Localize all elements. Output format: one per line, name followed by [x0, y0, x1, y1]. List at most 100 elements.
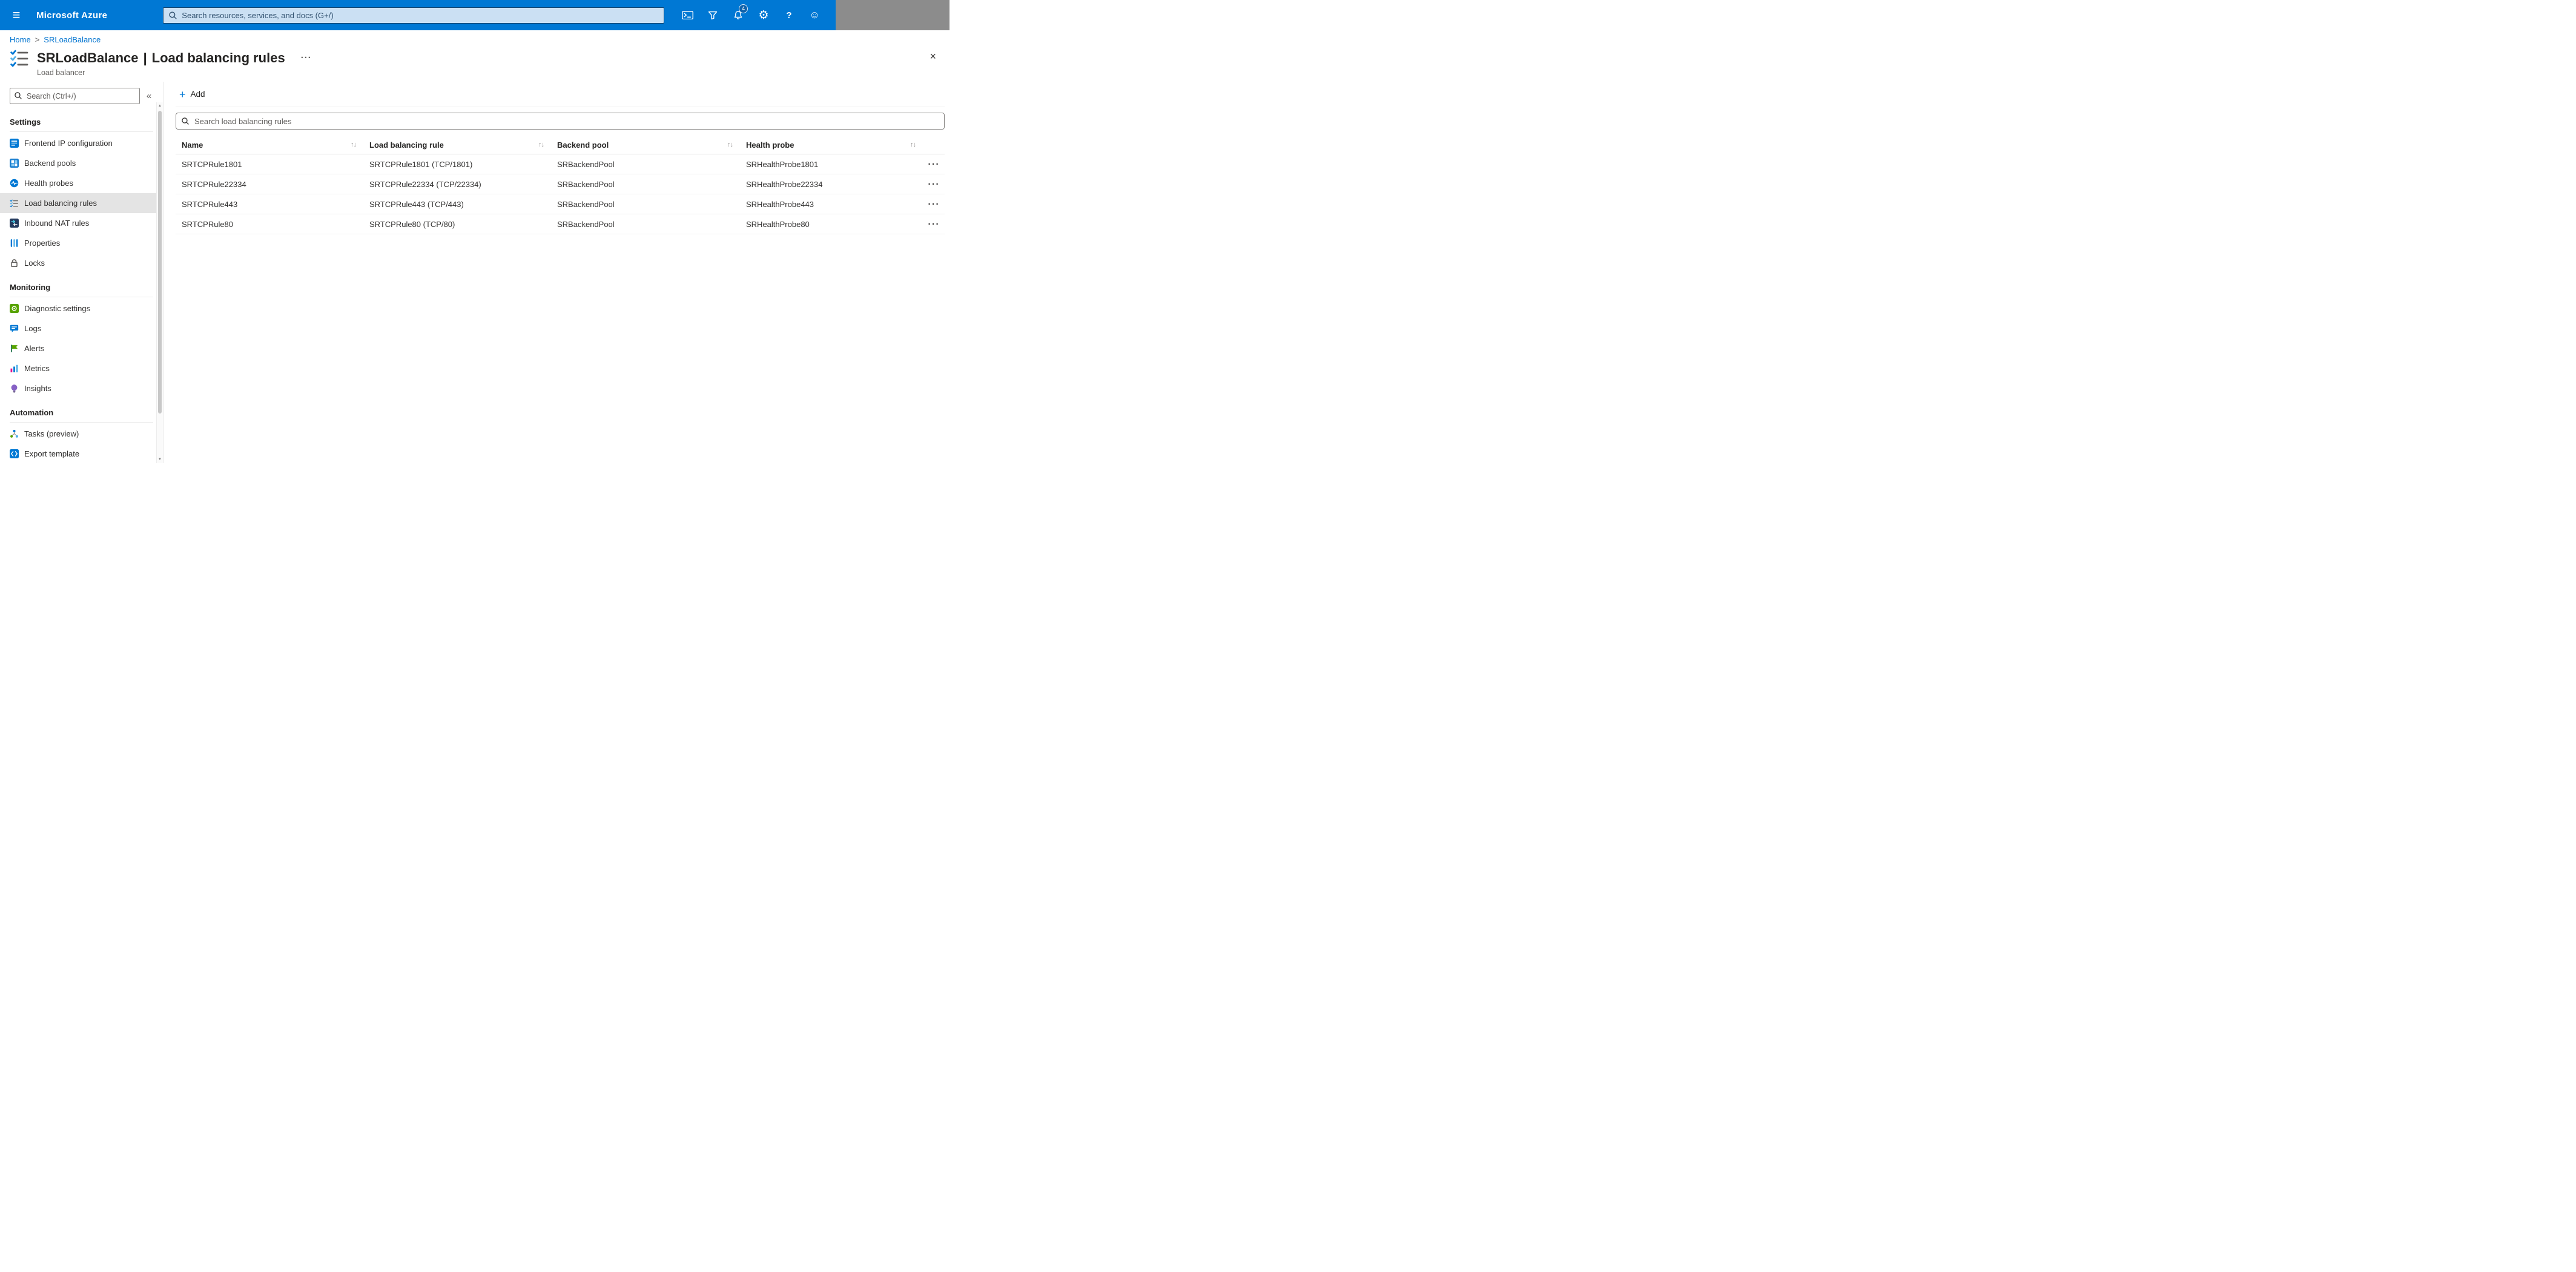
rule-name: SRTCPRule443 [182, 199, 238, 209]
main-content: + Add Name ↑↓ Load balancing rule ↑↓ Bac… [163, 82, 949, 463]
frontend-ip-configuration-icon [10, 139, 19, 148]
notification-badge: 4 [739, 4, 748, 13]
collapse-menu-icon[interactable]: « [142, 91, 156, 101]
notifications-button[interactable]: 4 [725, 0, 751, 30]
sidebar-item-inbound-nat-rules[interactable]: Inbound NAT rules [0, 213, 163, 233]
table-row[interactable]: SRTCPRule1801 SRTCPRule1801 (TCP/1801) S… [176, 154, 945, 174]
column-header-backend-pool[interactable]: Backend pool ↑↓ [557, 140, 746, 150]
lock-icon [10, 259, 19, 268]
column-header-health-probe[interactable]: Health probe ↑↓ [746, 140, 916, 150]
export-template-icon [10, 449, 19, 458]
rule-health-probe: SRHealthProbe80 [746, 219, 810, 229]
column-header-name[interactable]: Name ↑↓ [182, 140, 369, 150]
plus-icon: + [179, 88, 186, 101]
close-icon[interactable]: × [930, 50, 936, 63]
sidebar-item-alerts[interactable]: Alerts [0, 338, 163, 358]
sidebar-scrollbar[interactable]: ▲ ▼ [156, 102, 163, 463]
sidebar-item-locks[interactable]: Locks [0, 253, 163, 273]
rule-name: SRTCPRule1801 [182, 159, 242, 169]
rule-detail: SRTCPRule443 (TCP/443) [369, 199, 464, 209]
sidebar-item-metrics[interactable]: Metrics [0, 358, 163, 378]
rules-search-input[interactable] [176, 113, 944, 129]
health-probes-icon [10, 179, 19, 188]
topbar-actions: 4 ⚙ ? ☺ [675, 0, 827, 30]
rule-backend-pool: SRBackendPool [557, 159, 615, 169]
sidebar-section-monitoring: Monitoring [10, 281, 153, 297]
rule-name: SRTCPRule22334 [182, 179, 246, 189]
directory-filter-button[interactable] [700, 0, 725, 30]
rule-detail: SRTCPRule80 (TCP/80) [369, 219, 455, 229]
add-button[interactable]: + Add [176, 87, 209, 102]
load-balancing-rules-icon [10, 199, 19, 208]
menu-icon[interactable]: ≡ [0, 0, 33, 30]
sidebar-item-diagnostic-settings[interactable]: Diagnostic settings [0, 298, 163, 318]
page-header: SRLoadBalance | Load balancing rules ···… [0, 45, 949, 82]
menu-search-input[interactable] [10, 88, 140, 104]
breadcrumb-current-link[interactable]: SRLoadBalance [44, 35, 101, 44]
table-row[interactable]: SRTCPRule443 SRTCPRule443 (TCP/443) SRBa… [176, 194, 945, 214]
rule-health-probe: SRHealthProbe22334 [746, 179, 823, 189]
load-balancer-icon [10, 48, 30, 68]
row-menu-icon[interactable]: ··· [916, 159, 945, 170]
column-header-load-balancing-rule[interactable]: Load balancing rule ↑↓ [369, 140, 557, 150]
blade-name: Load balancing rules [151, 50, 285, 65]
table-row[interactable]: SRTCPRule80 SRTCPRule80 (TCP/80) SRBacke… [176, 214, 945, 234]
sidebar-item-logs[interactable]: Logs [0, 318, 163, 338]
sidebar-item-properties[interactable]: Properties [0, 233, 163, 253]
rule-backend-pool: SRBackendPool [557, 179, 615, 189]
breadcrumb: Home > SRLoadBalance [0, 30, 949, 45]
sort-icon: ↑↓ [727, 141, 733, 148]
resource-name: SRLoadBalance [37, 50, 139, 65]
sidebar-item-load-balancing-rules[interactable]: Load balancing rules [0, 193, 163, 213]
cloud-shell-button[interactable] [675, 0, 700, 30]
sidebar-item-frontend-ip-configuration[interactable]: Frontend IP configuration [0, 133, 163, 153]
rule-backend-pool: SRBackendPool [557, 219, 615, 229]
breadcrumb-separator: > [35, 35, 40, 44]
alerts-icon [10, 344, 19, 353]
global-search [163, 7, 665, 24]
rules-search [176, 113, 945, 130]
feedback-button[interactable]: ☺ [802, 0, 827, 30]
breadcrumb-home-link[interactable]: Home [10, 35, 31, 44]
sort-icon: ↑↓ [538, 141, 544, 148]
table-header: Name ↑↓ Load balancing rule ↑↓ Backend p… [176, 136, 945, 154]
properties-icon [10, 239, 19, 248]
resource-menu: « Settings Frontend IP configuration Bac… [0, 82, 163, 463]
row-menu-icon[interactable]: ··· [916, 199, 945, 209]
scroll-up-icon[interactable]: ▲ [157, 104, 163, 108]
table-row[interactable]: SRTCPRule22334 SRTCPRule22334 (TCP/22334… [176, 174, 945, 194]
row-menu-icon[interactable]: ··· [916, 219, 945, 229]
rule-backend-pool: SRBackendPool [557, 199, 615, 209]
logs-icon [10, 324, 19, 333]
insights-icon [10, 384, 19, 393]
sidebar-item-export-template[interactable]: Export template [0, 444, 163, 463]
metrics-icon [10, 364, 19, 373]
cloud-shell-icon [681, 10, 693, 20]
page-subtitle: Load balancer [37, 68, 85, 77]
sidebar-item-insights[interactable]: Insights [0, 378, 163, 398]
help-button[interactable]: ? [776, 0, 802, 30]
sidebar-item-backend-pools[interactable]: Backend pools [0, 153, 163, 173]
search-icon [182, 117, 189, 125]
azure-brand[interactable]: Microsoft Azure [36, 10, 107, 21]
rule-name: SRTCPRule80 [182, 219, 234, 229]
rules-table: Name ↑↓ Load balancing rule ↑↓ Backend p… [176, 136, 945, 234]
sort-icon: ↑↓ [351, 141, 357, 148]
azure-topbar: ≡ Microsoft Azure 4 ⚙ ? ☺ [0, 0, 949, 30]
sidebar-item-tasks-preview[interactable]: Tasks (preview) [0, 424, 163, 444]
account-area[interactable] [836, 0, 949, 30]
sidebar-item-health-probes[interactable]: Health probes [0, 173, 163, 193]
row-menu-icon[interactable]: ··· [916, 179, 945, 189]
scrollbar-thumb[interactable] [158, 111, 162, 414]
rule-health-probe: SRHealthProbe443 [746, 199, 814, 209]
inbound-nat-rules-icon [10, 219, 19, 228]
more-button[interactable]: ··· [301, 53, 312, 63]
settings-gear-button[interactable]: ⚙ [751, 0, 776, 30]
search-icon [15, 92, 22, 99]
global-search-input[interactable] [163, 7, 664, 23]
scroll-down-icon[interactable]: ▼ [157, 458, 163, 461]
rule-detail: SRTCPRule1801 (TCP/1801) [369, 159, 473, 169]
blade-body: « Settings Frontend IP configuration Bac… [0, 82, 949, 463]
backend-pools-icon [10, 159, 19, 168]
sidebar-section-settings: Settings [10, 116, 153, 132]
